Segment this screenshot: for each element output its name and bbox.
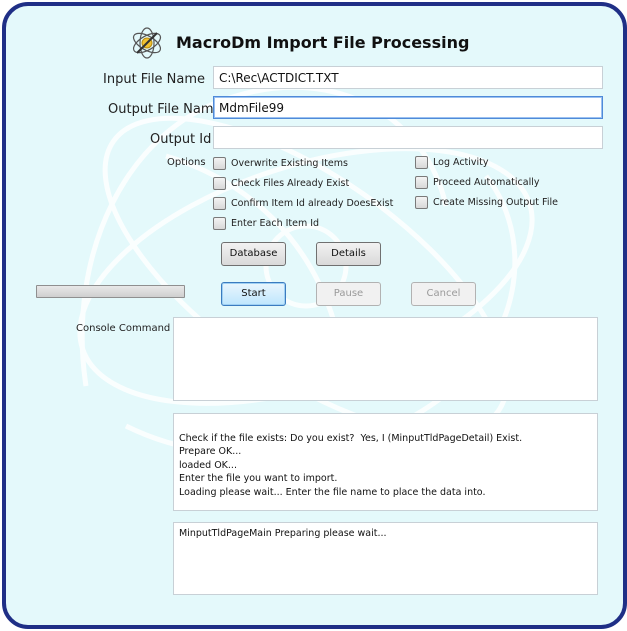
checkbox-label: Log Activity [433,157,489,168]
status-log-area[interactable]: MinputTldPageMain Preparing please wait.… [173,522,598,595]
console-command-label: Console Command [76,323,171,334]
overwrite-items-checkbox[interactable]: Overwrite Existing Items [213,157,348,170]
checkbox-label: Overwrite Existing Items [231,158,348,169]
input-file-label: Input File Name [103,72,206,87]
output-id-field[interactable] [213,126,603,149]
database-button[interactable]: Database [221,242,286,266]
options-label: Options [167,157,206,168]
checkbox-box[interactable] [213,197,226,210]
output-id-label: Output Id [150,132,212,147]
create-missing-output-checkbox[interactable]: Create Missing Output File [415,196,558,209]
details-button[interactable]: Details [316,242,381,266]
enter-each-item-id-checkbox[interactable]: Enter Each Item Id [213,217,319,230]
confirm-item-id-checkbox[interactable]: Confirm Item Id already DoesExist [213,197,393,210]
window-title: MacroDm Import File Processing [176,33,470,52]
checkbox-box[interactable] [415,176,428,189]
start-button[interactable]: Start [221,282,286,306]
console-command-input[interactable] [173,317,598,401]
checkbox-label: Create Missing Output File [433,197,558,208]
cancel-button[interactable]: Cancel [411,282,476,306]
checkbox-box[interactable] [415,156,428,169]
proceed-automatically-checkbox[interactable]: Proceed Automatically [415,176,539,189]
checkbox-label: Enter Each Item Id [231,218,320,229]
app-logo-icon [132,27,162,59]
console-output-area[interactable]: Check if the file exists: Do you exist? … [173,413,598,511]
log-activity-checkbox[interactable]: Log Activity [415,156,489,169]
checkbox-box[interactable] [213,217,226,230]
main-window: MacroDm Import File Processing Input Fil… [2,2,627,629]
output-file-label: Output File Name [108,102,222,117]
checkbox-label: Confirm Item Id already DoesExist [231,198,394,209]
pause-button[interactable]: Pause [316,282,381,306]
progress-bar [36,285,185,298]
checkbox-box[interactable] [213,177,226,190]
checkbox-box[interactable] [213,157,226,170]
check-files-exist-checkbox[interactable]: Check Files Already Exist [213,177,349,190]
checkbox-label: Check Files Already Exist [231,178,350,189]
output-file-field[interactable]: MdmFile99 [213,96,603,119]
checkbox-label: Proceed Automatically [433,177,540,188]
checkbox-box[interactable] [415,196,428,209]
input-file-field[interactable]: C:\Rec\ACTDICT.TXT [213,66,603,89]
